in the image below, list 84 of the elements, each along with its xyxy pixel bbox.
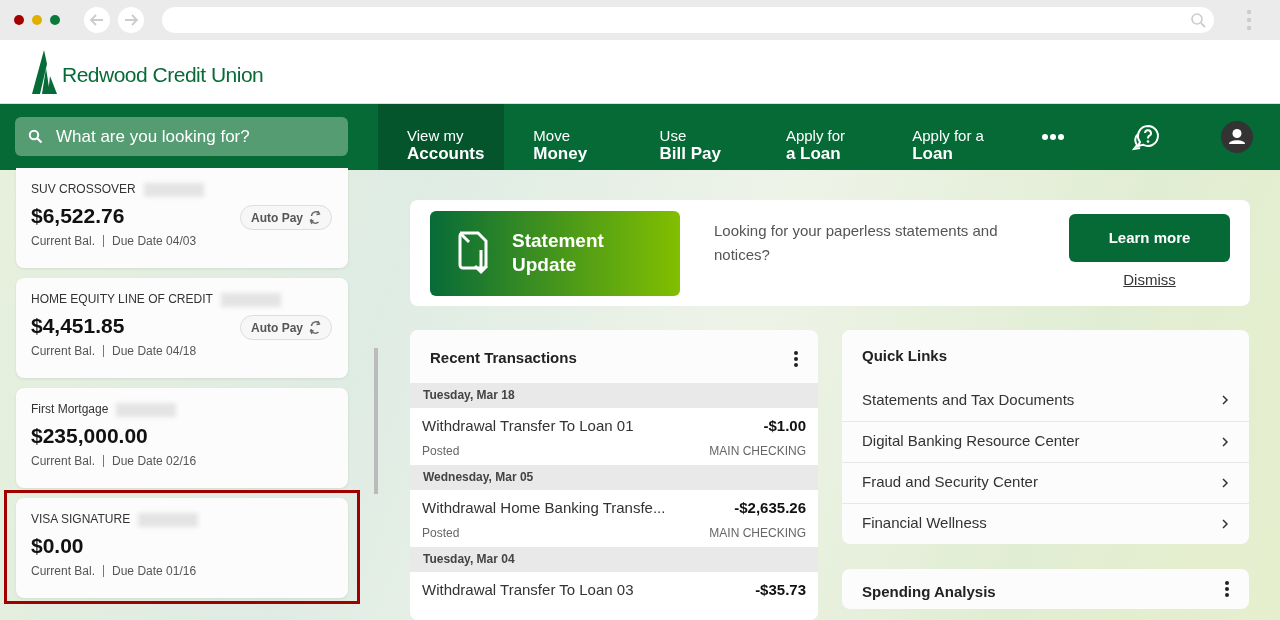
scrollbar[interactable] [374,348,378,494]
date-header: Wednesday, Mar 05 [410,465,818,490]
account-name: VISA SIGNATURE [31,512,131,526]
more-icon[interactable] [1246,9,1252,31]
nav-tab[interactable]: Apply for a Loan [756,104,884,170]
auto-pay-button[interactable]: Auto Pay [240,205,332,230]
account-balance: $235,000.00 [31,423,148,449]
tree-logo-icon[interactable] [32,49,58,94]
transaction-amount: -$2,635.26 [734,498,806,518]
back-arrow-icon [89,12,105,28]
quick-link[interactable]: Statements and Tax Documents [842,379,1249,421]
chevron-right-icon [1222,518,1229,529]
quick-link[interactable]: Fraud and Security Center [842,461,1249,503]
transaction-description: Withdrawal Transfer To Loan 01 [422,416,634,436]
transaction-status: Posted [422,524,460,542]
window-control-dot[interactable] [14,15,24,25]
kebab-menu-button[interactable] [1225,580,1229,597]
back-button[interactable] [84,7,110,33]
search-icon[interactable] [1190,12,1206,28]
more-icon [1225,580,1229,597]
transaction-amount: -$35.73 [755,580,806,600]
user-avatar-icon [1221,121,1254,153]
chevron-right-icon [1222,395,1229,405]
account-card[interactable]: VISA SIGNATURE $0.00 Current Bal. Due Date 01/16 [16,498,348,598]
quick-link[interactable]: Digital Banking Resource Center [842,420,1249,462]
help-chat-icon [1131,123,1160,151]
separator-line [103,565,105,578]
quick-link[interactable]: Financial Wellness [842,502,1249,544]
refresh-icon [309,210,321,225]
learn-more-button[interactable]: Learn more [1069,214,1230,263]
more-icon [794,350,798,367]
window-control-dot[interactable] [32,15,42,25]
search-field[interactable]: What are you looking for? [15,117,348,156]
account-name: SUV CROSSOVER [31,182,136,196]
account-name: HOME EQUITY LINE OF CREDIT [31,292,213,306]
document-download-icon [456,230,490,276]
window-control-dot[interactable] [50,15,60,25]
balance-label: Current Bal. [31,233,96,248]
due-date: Due Date 04/03 [112,233,197,248]
forward-button[interactable] [118,7,144,33]
account-card[interactable]: HOME EQUITY LINE OF CREDIT $4,451.85 Current Bal. Due Date 04/18 Auto Pay [16,278,348,378]
auto-pay-button[interactable]: Auto Pay [240,315,332,340]
transaction-account: MAIN CHECKING [709,442,806,460]
tile-title: Statement Update [512,229,605,277]
date-header: Tuesday, Mar 18 [410,383,818,408]
nav-tab[interactable]: Apply for a Loan [883,104,1010,170]
due-date: Due Date 02/16 [112,453,197,468]
account-balance: $0.00 [31,533,84,559]
account-card[interactable]: SUV CROSSOVER $6,522.76 Current Bal. Due Date 04/03 Auto Pay [16,168,348,268]
transaction-description: Withdrawal Transfer To Loan 03 [422,580,634,600]
panel-title: Recent Transactions [430,348,577,369]
search-icon [28,129,43,144]
nav-tab[interactable]: Use Bill Pay [630,104,757,170]
transaction-amount: -$1.00 [763,416,806,436]
transaction-account: MAIN CHECKING [709,524,806,542]
brand-name[interactable]: Redwood Credit Union [62,58,264,91]
nav-tab[interactable]: Move Money [504,104,631,170]
date-header: Tuesday, Mar 04 [410,547,818,572]
account-balance: $4,451.85 [31,313,125,339]
account-card[interactable]: First Mortgage $235,000.00 Current Bal. Due Date 02/16 [16,388,348,488]
kebab-menu-button[interactable] [794,350,798,367]
due-date: Due Date 04/18 [112,343,197,358]
separator-line [103,345,105,358]
account-name: First Mortgage [31,402,109,416]
panel-title: Spending Analysis [862,581,996,602]
balance-label: Current Bal. [31,563,96,578]
balance-label: Current Bal. [31,343,96,358]
dismiss-link[interactable]: Dismiss [1069,269,1230,292]
transaction-status: Posted [422,442,460,460]
refresh-icon [309,320,321,335]
panel-title: Quick Links [861,346,949,366]
separator-line [103,235,105,248]
balance-label: Current Bal. [31,453,96,468]
more-icon [1042,133,1065,141]
forward-arrow-icon [123,12,139,28]
transaction-description: Withdrawal Home Banking Transfe... [422,498,666,518]
separator-line [103,455,105,468]
address-bar[interactable] [162,7,1214,33]
banner-text: Looking for your paperless statements and notices? [714,221,999,265]
chevron-right-icon [1222,477,1229,488]
nav-tab[interactable]: View my Accounts [378,104,505,170]
chevron-right-icon [1222,436,1229,447]
account-balance: $6,522.76 [31,203,125,229]
due-date: Due Date 01/16 [112,563,197,578]
